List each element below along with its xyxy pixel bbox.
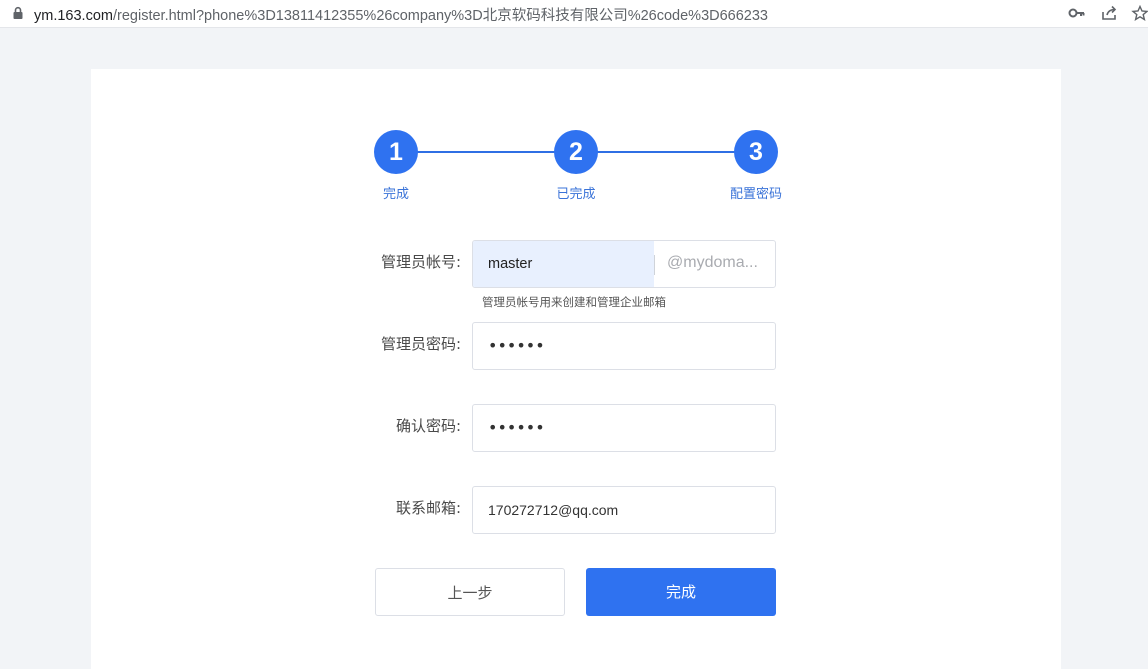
account-hint: 管理员帐号用来创建和管理企业邮箱: [482, 295, 666, 309]
email-label: 联系邮箱:: [395, 499, 461, 517]
step-connector-1: [396, 151, 576, 153]
step-3-circle: 3: [734, 130, 778, 174]
password-label: 管理员密码:: [380, 335, 461, 353]
account-label: 管理员帐号:: [380, 253, 461, 271]
confirm-password-field[interactable]: ••••••: [472, 404, 776, 452]
account-input-wrapper: [473, 241, 654, 287]
email-field: [472, 486, 776, 534]
step-2-label: 已完成: [556, 187, 596, 202]
account-divider: [654, 255, 655, 275]
url-host: ym.163.com: [34, 8, 113, 24]
domain-suffix: @mydoma...: [667, 254, 758, 271]
url-text[interactable]: ym.163.com/register.html?phone%3D1381141…: [34, 4, 768, 25]
confirm-password-label: 确认密码:: [395, 417, 461, 435]
step-2-circle: 2: [554, 130, 598, 174]
finish-button[interactable]: 完成: [586, 568, 776, 616]
lock-icon: [13, 6, 23, 19]
password-masked-value: ••••••: [488, 336, 545, 355]
account-field: @mydoma...: [472, 240, 776, 288]
password-field[interactable]: ••••••: [472, 322, 776, 370]
browser-address-bar: ym.163.com/register.html?phone%3D1381141…: [0, 0, 1148, 28]
url-path: /register.html?phone%3D13811412355%26com…: [112, 8, 768, 24]
confirm-password-masked-value: ••••••: [488, 418, 545, 437]
share-icon[interactable]: [1100, 5, 1118, 21]
email-input[interactable]: [473, 487, 775, 533]
step-3-label: 配置密码: [729, 187, 782, 202]
account-input[interactable]: [473, 241, 654, 287]
star-icon[interactable]: [1131, 5, 1148, 21]
step-1-label: 完成: [382, 187, 409, 202]
step-connector-2: [576, 151, 756, 153]
key-icon[interactable]: [1068, 5, 1086, 21]
prev-step-button[interactable]: 上一步: [375, 568, 565, 616]
step-1-circle: 1: [374, 130, 418, 174]
